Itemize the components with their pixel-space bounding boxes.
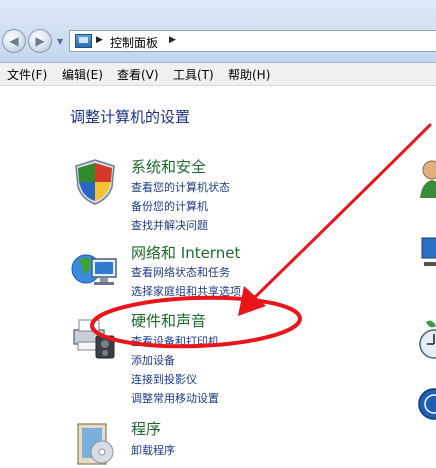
- category-hardware-sound[interactable]: 硬件和声音: [131, 310, 206, 331]
- user-accounts-icon[interactable]: [418, 158, 436, 198]
- category-programs[interactable]: 程序: [131, 418, 161, 439]
- link-homegroup-sharing[interactable]: 选择家庭组和共享选项: [131, 283, 241, 299]
- link-uninstall-program[interactable]: 卸载程序: [131, 442, 175, 458]
- forward-button[interactable]: ▶: [28, 29, 52, 53]
- menu-tools[interactable]: 工具(T): [173, 66, 214, 83]
- link-connect-projector[interactable]: 连接到投影仪: [131, 371, 197, 387]
- back-arrow-icon: ◀: [9, 34, 19, 48]
- category-network-internet[interactable]: 网络和 Internet: [131, 242, 240, 263]
- display-appearance-icon[interactable]: [418, 232, 436, 272]
- menu-file[interactable]: 文件(F): [7, 66, 47, 83]
- link-devices-printers[interactable]: 查看设备和打印机: [131, 333, 219, 349]
- menu-help[interactable]: 帮助(H): [228, 66, 270, 83]
- address-bar: ◀ ▶ ▼ ▶ 控制面板 ▶: [0, 0, 436, 63]
- back-button[interactable]: ◀: [2, 29, 26, 53]
- menu-bar: 文件(F) 编辑(E) 查看(V) 工具(T) 帮助(H): [0, 63, 436, 86]
- menu-edit[interactable]: 编辑(E): [62, 66, 103, 83]
- link-troubleshoot[interactable]: 查找并解决问题: [131, 217, 208, 233]
- menu-view[interactable]: 查看(V): [117, 66, 159, 83]
- programs-box-icon[interactable]: [72, 416, 120, 468]
- breadcrumb-control-panel[interactable]: 控制面板: [110, 34, 158, 51]
- recent-pages-dropdown-icon[interactable]: ▼: [57, 37, 63, 46]
- breadcrumb-separator-icon[interactable]: ▶: [169, 35, 176, 45]
- control-panel-icon: [75, 34, 92, 48]
- forward-arrow-icon: ▶: [35, 34, 45, 48]
- link-backup-computer[interactable]: 备份您的计算机: [131, 198, 208, 214]
- breadcrumb-separator-icon[interactable]: ▶: [96, 35, 103, 45]
- link-view-computer-status[interactable]: 查看您的计算机状态: [131, 179, 230, 195]
- ease-of-access-icon[interactable]: [418, 384, 436, 424]
- link-view-network-status[interactable]: 查看网络状态和任务: [131, 264, 230, 280]
- clock-region-icon[interactable]: [418, 318, 436, 360]
- address-field[interactable]: ▶ 控制面板 ▶: [69, 30, 436, 52]
- annotation-arrow: [238, 123, 432, 316]
- category-system-security[interactable]: 系统和安全: [131, 156, 206, 177]
- network-globe-icon[interactable]: [70, 245, 120, 295]
- link-add-device[interactable]: 添加设备: [131, 352, 175, 368]
- printer-icon[interactable]: [70, 312, 120, 362]
- link-mobility-settings[interactable]: 调整常用移动设置: [131, 390, 219, 406]
- shield-icon[interactable]: [70, 157, 120, 207]
- page-title: 调整计算机的设置: [70, 108, 191, 126]
